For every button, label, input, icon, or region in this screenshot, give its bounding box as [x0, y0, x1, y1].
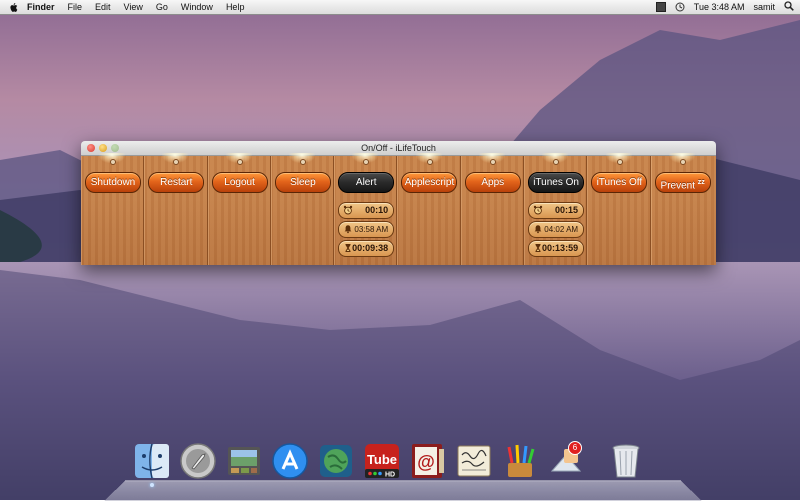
sleep-zz-icon: zz: [697, 179, 705, 186]
paint-app-dock-icon[interactable]: [500, 441, 540, 481]
status-app-icon[interactable]: [655, 2, 666, 12]
wood-panel: Shutdown Restart Logout Sleep Alert 00:1…: [81, 153, 716, 265]
applescript-button[interactable]: Applescript: [401, 172, 458, 193]
shutdown-button[interactable]: Shutdown: [85, 172, 141, 193]
notification-badge: 6: [568, 441, 582, 455]
itunes-countdown-value: 00:13:59: [542, 243, 579, 253]
itunes-timer-value: 00:15: [555, 205, 579, 215]
itunes-countdown-pill[interactable]: 00:13:59: [528, 240, 585, 257]
menu-bar: Finder File Edit View Go Window Help Tue…: [0, 0, 800, 15]
column-logout: Logout: [208, 153, 271, 265]
alert-countdown-value: 00:09:38: [352, 243, 389, 253]
itunes-off-button[interactable]: iTunes Off: [591, 172, 648, 193]
hd-label: HD: [385, 472, 395, 479]
menu-app-finder[interactable]: Finder: [27, 2, 55, 12]
indicator-led: [110, 159, 117, 165]
tube-label: Tube: [367, 452, 397, 467]
signature-app-dock-icon[interactable]: [454, 441, 494, 481]
column-shutdown: Shutdown: [81, 153, 145, 265]
at-label: @: [417, 452, 435, 472]
alert-countdown-pill[interactable]: 00:09:38: [338, 240, 395, 257]
menu-clock[interactable]: Tue 3:48 AM: [694, 2, 745, 12]
prevent-label: Prevent: [660, 180, 696, 192]
finder-dock-icon[interactable]: [132, 441, 172, 487]
menu-help[interactable]: Help: [226, 2, 245, 12]
time-machine-icon[interactable]: [675, 2, 685, 12]
column-alert: Alert 00:10 03:58 AM 00:09:38: [334, 153, 398, 265]
indicator-led: [616, 159, 623, 165]
apple-menu-icon[interactable]: [9, 2, 19, 13]
alert-button[interactable]: Alert: [338, 172, 395, 193]
prevent-sleep-button[interactable]: Prevent zz: [654, 172, 711, 193]
dock-shelf: [104, 480, 702, 501]
trash-dock-icon[interactable]: [606, 441, 646, 481]
indicator-led: [173, 159, 180, 165]
menu-user[interactable]: samit: [753, 2, 775, 12]
zoom-button[interactable]: [111, 144, 119, 152]
alert-time-value: 03:58 AM: [354, 225, 389, 234]
column-itunes-off: iTunes Off: [587, 153, 651, 265]
indicator-led: [426, 159, 433, 165]
spotlight-icon[interactable]: [784, 1, 794, 13]
menu-edit[interactable]: Edit: [95, 2, 111, 12]
indicator-led: [363, 159, 370, 165]
menu-extras: Tue 3:48 AM samit: [647, 0, 794, 14]
alert-timer-value: 00:10: [365, 205, 389, 215]
bell-icon: [343, 224, 353, 234]
dock: Tube HD @ 6: [132, 441, 652, 487]
running-indicator: [150, 483, 154, 487]
photo-app-dock-icon[interactable]: [224, 441, 264, 481]
itunes-on-button[interactable]: iTunes On: [528, 172, 585, 193]
apps-button[interactable]: Apps: [464, 172, 521, 193]
menu-file[interactable]: File: [68, 2, 83, 12]
column-applescript: Applescript: [397, 153, 461, 265]
itunes-time-pill[interactable]: 04:02 AM: [528, 221, 585, 238]
column-prevent: Prevent zz: [651, 153, 713, 265]
indicator-led: [300, 159, 307, 165]
bell-icon: [533, 224, 543, 234]
column-itunes-on: iTunes On 00:15 04:02 AM 00:13:59: [524, 153, 588, 265]
alarm-clock-icon: [343, 205, 353, 215]
sleep-button[interactable]: Sleep: [274, 172, 331, 193]
restart-button[interactable]: Restart: [148, 172, 205, 193]
mail-app-dock-icon[interactable]: @: [408, 441, 448, 481]
alert-time-pill[interactable]: 03:58 AM: [338, 221, 395, 238]
itunes-time-value: 04:02 AM: [544, 225, 579, 234]
notification-app-dock-icon[interactable]: 6: [546, 441, 586, 481]
app-store-dock-icon[interactable]: [270, 441, 310, 481]
logout-button[interactable]: Logout: [211, 172, 268, 193]
menu-go[interactable]: Go: [156, 2, 168, 12]
menu-window[interactable]: Window: [181, 2, 213, 12]
indicator-led: [679, 159, 686, 165]
indicator-led: [236, 159, 243, 165]
tube-hd-dock-icon[interactable]: Tube HD: [362, 441, 402, 481]
minimize-button[interactable]: [99, 144, 107, 152]
menu-view[interactable]: View: [124, 2, 143, 12]
indicator-led: [489, 159, 496, 165]
itunes-timer-pill[interactable]: 00:15: [528, 202, 585, 219]
alert-timer-pill[interactable]: 00:10: [338, 202, 395, 219]
column-restart: Restart: [144, 153, 208, 265]
ilifetouch-window: On/Off - iLifeTouch Shutdown Restart Log…: [81, 141, 716, 265]
column-sleep: Sleep: [271, 153, 335, 265]
window-title: On/Off - iLifeTouch: [361, 143, 436, 153]
close-button[interactable]: [87, 144, 95, 152]
column-apps: Apps: [461, 153, 525, 265]
alarm-clock-icon: [533, 205, 543, 215]
launchpad-dock-icon[interactable]: [178, 441, 218, 481]
globe-app-dock-icon[interactable]: [316, 441, 356, 481]
indicator-led: [553, 159, 560, 165]
